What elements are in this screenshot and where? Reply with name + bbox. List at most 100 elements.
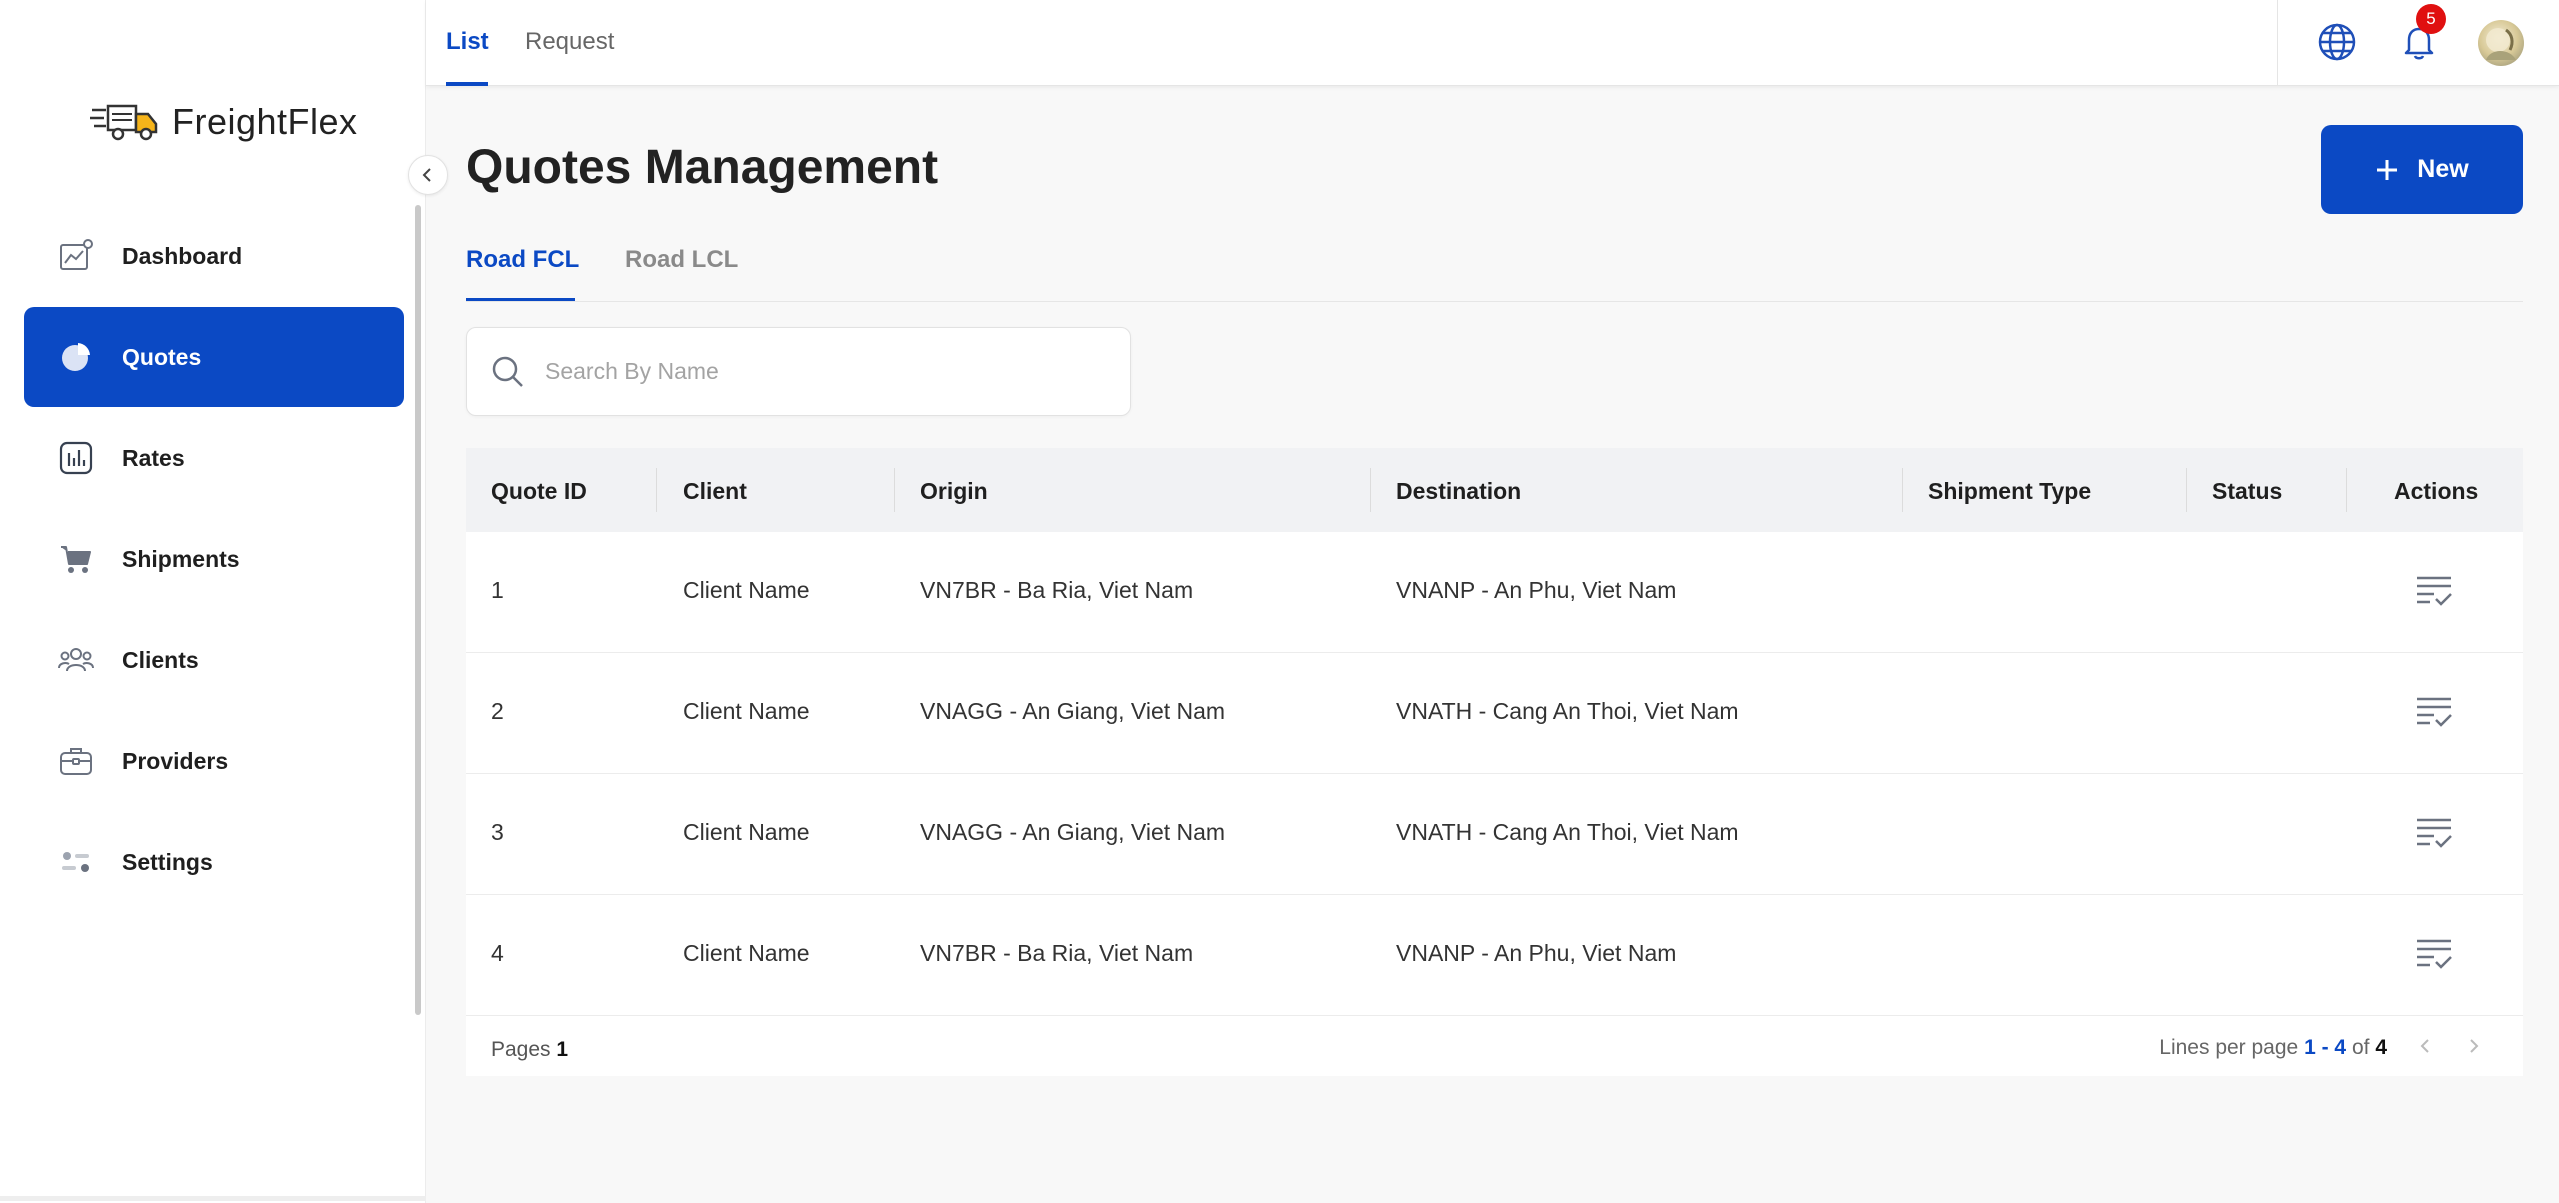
- cell-quote-id: 3: [491, 819, 504, 845]
- briefcase-icon: [58, 743, 94, 779]
- cell-origin: VN7BR - Ba Ria, Viet Nam: [920, 940, 1194, 966]
- cell-client: Client Name: [683, 940, 810, 966]
- table-row[interactable]: 1 Client Name VN7BR - Ba Ria, Viet Nam V…: [466, 532, 2523, 653]
- column-header-destination[interactable]: Destination: [1396, 478, 1521, 505]
- view-details-icon[interactable]: [2414, 815, 2454, 851]
- sidebar-item-label: Dashboard: [122, 242, 243, 269]
- column-header-quote-id[interactable]: Quote ID: [491, 478, 587, 505]
- column-divider: [894, 468, 895, 512]
- search-icon: [492, 356, 523, 387]
- cell-quote-id: 4: [491, 940, 504, 966]
- sidebar-item-label: Shipments: [122, 545, 240, 572]
- cell-destination: VNATH - Cang An Thoi, Viet Nam: [1396, 819, 1739, 845]
- avatar-image: [2486, 28, 2516, 60]
- sidebar-scrollbar[interactable]: [415, 205, 421, 1015]
- new-button-label: New: [2417, 155, 2469, 183]
- chevron-right-icon: [2470, 1039, 2479, 1053]
- pages-label: Pages: [491, 1038, 551, 1061]
- lines-label: Lines per page: [2159, 1036, 2299, 1059]
- column-header-client[interactable]: Client: [683, 478, 747, 505]
- column-divider: [656, 468, 657, 512]
- sidebar-nav: Dashboard Quotes Rates Shipments Clients: [24, 206, 404, 913]
- column-header-shipment-type[interactable]: Shipment Type: [1928, 478, 2091, 505]
- column-divider: [2186, 468, 2187, 512]
- quotes-table: Quote ID Client Origin Destination Shipm…: [466, 448, 2523, 1076]
- sidebar-item-settings[interactable]: Settings: [24, 812, 404, 912]
- tab-road-lcl[interactable]: Road LCL: [625, 246, 738, 274]
- cell-origin: VN7BR - Ba Ria, Viet Nam: [920, 577, 1194, 603]
- search-box: [466, 327, 1131, 416]
- settings-icon: [58, 844, 94, 880]
- chart-icon: [58, 238, 94, 274]
- cell-origin: VNAGG - An Giang, Viet Nam: [920, 698, 1226, 724]
- next-page-button[interactable]: [2462, 1034, 2486, 1058]
- quote-type-tabs: Road FCL Road LCL: [466, 240, 2523, 302]
- column-divider: [2346, 468, 2347, 512]
- table-row[interactable]: 4 Client Name VN7BR - Ba Ria, Viet Nam V…: [466, 895, 2523, 1016]
- lines-range[interactable]: 1 - 4: [2304, 1036, 2346, 1059]
- sidebar-item-label: Quotes: [122, 343, 202, 370]
- tab-request[interactable]: Request: [525, 28, 614, 56]
- cell-quote-id: 2: [491, 698, 504, 724]
- view-details-icon[interactable]: [2414, 694, 2454, 730]
- column-divider: [1370, 468, 1371, 512]
- cell-client: Client Name: [683, 577, 810, 603]
- view-details-icon[interactable]: [2414, 936, 2454, 972]
- sidebar-item-providers[interactable]: Providers: [24, 711, 404, 811]
- of-label: of: [2351, 1036, 2370, 1059]
- cell-quote-id: 1: [491, 577, 504, 603]
- cell-client: Client Name: [683, 819, 810, 845]
- sidebar-item-shipments[interactable]: Shipments: [24, 509, 404, 609]
- column-header-actions: Actions: [2394, 478, 2479, 504]
- new-quote-button[interactable]: New: [2321, 125, 2523, 214]
- sidebar-item-rates[interactable]: Rates: [24, 408, 404, 508]
- app-logo[interactable]: FreightFlex: [90, 100, 358, 144]
- cart-icon: [58, 541, 94, 577]
- truck-logo-icon: [90, 104, 158, 141]
- sidebar-horizontal-scrollbar[interactable]: [0, 1196, 426, 1201]
- table-row[interactable]: 2 Client Name VNAGG - An Giang, Viet Nam…: [466, 653, 2523, 774]
- avatar[interactable]: [2478, 20, 2524, 66]
- search-input[interactable]: [545, 358, 1105, 385]
- column-divider: [1902, 468, 1903, 512]
- collapse-sidebar-button[interactable]: [408, 155, 448, 195]
- column-header-origin[interactable]: Origin: [920, 478, 988, 505]
- notification-badge: 5: [2416, 4, 2446, 34]
- pie-chart-icon: [58, 339, 94, 375]
- sidebar: FreightFlex Dashboard Quotes Rates Shipm…: [0, 0, 426, 1203]
- sidebar-item-label: Clients: [122, 646, 199, 673]
- bar-chart-icon: [58, 440, 94, 476]
- lines-per-page: Lines per page 1 - 4 of 4: [2159, 1036, 2387, 1060]
- sidebar-item-quotes[interactable]: Quotes: [24, 307, 404, 407]
- cell-destination: VNANP - An Phu, Viet Nam: [1396, 577, 1677, 603]
- cell-client: Client Name: [683, 698, 810, 724]
- tab-road-fcl[interactable]: Road FCL: [466, 246, 579, 274]
- top-bar: List Request: [426, 0, 2559, 86]
- view-details-icon[interactable]: [2414, 573, 2454, 609]
- pages-value: 1: [556, 1038, 569, 1061]
- sidebar-item-label: Providers: [122, 747, 229, 774]
- table-pagination: Pages 1 Lines per page 1 - 4 of 4: [466, 1016, 2523, 1076]
- users-icon: [58, 642, 94, 678]
- app-name: FreightFlex: [172, 101, 358, 142]
- table-row[interactable]: 3 Client Name VNAGG - An Giang, Viet Nam…: [466, 774, 2523, 895]
- sidebar-item-clients[interactable]: Clients: [24, 610, 404, 710]
- page-title: Quotes Management: [466, 141, 939, 194]
- column-header-status[interactable]: Status: [2212, 478, 2282, 505]
- language-button[interactable]: [2315, 20, 2359, 64]
- sidebar-item-label: Rates: [122, 444, 185, 471]
- previous-page-button[interactable]: [2413, 1034, 2437, 1058]
- active-subtab-indicator: [466, 298, 575, 301]
- sidebar-item-dashboard[interactable]: Dashboard: [24, 206, 404, 306]
- lines-total: 4: [2375, 1036, 2387, 1059]
- table-header: Quote ID Client Origin Destination Shipm…: [466, 448, 2523, 532]
- globe-icon: [2318, 23, 2356, 61]
- chevron-left-icon: [422, 168, 431, 182]
- cell-destination: VNANP - An Phu, Viet Nam: [1396, 940, 1677, 966]
- sidebar-item-label: Settings: [122, 848, 213, 875]
- cell-destination: VNATH - Cang An Thoi, Viet Nam: [1396, 698, 1739, 724]
- tab-list[interactable]: List: [446, 28, 489, 56]
- cell-origin: VNAGG - An Giang, Viet Nam: [920, 819, 1226, 845]
- plus-icon: [2377, 159, 2398, 180]
- chevron-left-icon: [2420, 1039, 2429, 1053]
